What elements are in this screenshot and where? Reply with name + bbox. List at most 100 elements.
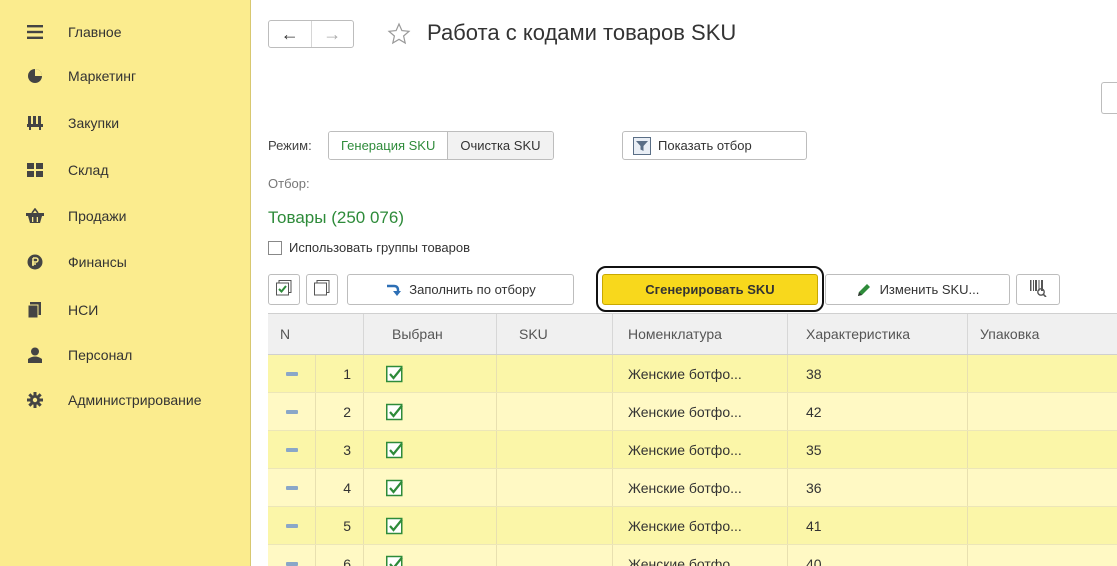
filter-label: Отбор: <box>268 176 310 191</box>
row-package <box>968 393 1117 430</box>
generate-sku-button[interactable]: Сгенерировать SKU <box>602 274 818 305</box>
change-sku-button[interactable]: Изменить SKU... <box>825 274 1010 305</box>
mode-switch: Генерация SKU Очистка SKU <box>328 131 554 160</box>
favorite-star-icon[interactable] <box>387 22 411 46</box>
main-content: ← → Работа с кодами товаров SKU Режим: Г… <box>252 0 1117 566</box>
row-characteristic: 42 <box>788 393 968 430</box>
table-row[interactable]: 3 Женские ботфо... 35 <box>268 431 1117 469</box>
row-selected-checkbox[interactable] <box>386 555 404 566</box>
fill-arrow-icon <box>385 282 402 298</box>
row-number: 1 <box>316 355 364 392</box>
show-filter-button[interactable]: Показать отбор <box>622 131 807 160</box>
sidebar-item-label: НСИ <box>68 302 99 318</box>
sidebar-item-label: Главное <box>68 24 122 40</box>
sidebar-item-warehouse[interactable]: Склад <box>0 150 250 190</box>
table-row[interactable]: 5 Женские ботфо... 41 <box>268 507 1117 545</box>
row-selected-checkbox[interactable] <box>386 403 404 421</box>
row-status-icon <box>268 393 316 430</box>
sidebar-item-personnel[interactable]: Персонал <box>0 335 250 375</box>
sidebar-item-label: Персонал <box>68 347 133 363</box>
sidebar-item-main[interactable]: Главное <box>0 12 250 52</box>
row-package <box>968 545 1117 566</box>
column-header-characteristic[interactable]: Характеристика <box>788 314 968 354</box>
row-nomenclature: Женские ботфо... <box>613 507 788 544</box>
sidebar-item-label: Склад <box>68 162 109 178</box>
use-groups-option[interactable]: Использовать группы товаров <box>268 240 470 255</box>
fill-by-filter-label: Заполнить по отбору <box>409 282 536 297</box>
change-sku-label: Изменить SKU... <box>879 282 980 297</box>
row-status-icon <box>268 545 316 566</box>
page-title: Работа с кодами товаров SKU <box>427 20 737 45</box>
row-selected-checkbox[interactable] <box>386 365 404 383</box>
column-header-sku[interactable]: SKU <box>497 314 613 354</box>
row-nomenclature: Женские ботфо... <box>613 469 788 506</box>
mode-clear-button[interactable]: Очистка SKU <box>447 132 553 159</box>
column-header-package[interactable]: Упаковка <box>968 314 1117 354</box>
sidebar-item-purchases[interactable]: Закупки <box>0 103 250 143</box>
sidebar-item-sales[interactable]: Продажи <box>0 196 250 236</box>
table-row[interactable]: 1 Женские ботфо... 38 <box>268 355 1117 393</box>
sidebar-item-administration[interactable]: Администрирование <box>0 380 250 420</box>
row-sku <box>497 507 613 544</box>
column-header-n[interactable]: N <box>268 314 364 354</box>
row-selected-checkbox[interactable] <box>386 441 404 459</box>
sidebar: Главное Маркетинг Закупки Склад Продажи … <box>0 0 251 566</box>
check-all-button[interactable] <box>268 274 300 305</box>
sidebar-item-marketing[interactable]: Маркетинг <box>0 56 250 96</box>
sidebar-item-label: Маркетинг <box>68 68 137 84</box>
row-sku <box>497 393 613 430</box>
row-characteristic: 35 <box>788 431 968 468</box>
row-nomenclature: Женские ботфо... <box>613 431 788 468</box>
table-row[interactable]: 4 Женские ботфо... 36 <box>268 469 1117 507</box>
row-selected-cell <box>364 545 497 566</box>
ruble-icon <box>26 253 44 271</box>
uncheck-all-button[interactable] <box>306 274 338 305</box>
back-button[interactable]: ← <box>269 21 311 47</box>
sidebar-item-label: Закупки <box>68 115 120 131</box>
row-nomenclature: Женские ботфо... <box>613 393 788 430</box>
row-status-icon <box>268 431 316 468</box>
purchases-icon <box>26 114 44 132</box>
filter-settings-icon <box>633 136 651 155</box>
fill-by-filter-button[interactable]: Заполнить по отбору <box>347 274 574 305</box>
mode-generate-button[interactable]: Генерация SKU <box>329 132 448 159</box>
window-side-button[interactable] <box>1101 82 1117 114</box>
person-icon <box>26 346 44 364</box>
row-selected-checkbox[interactable] <box>386 479 404 497</box>
column-header-selected[interactable]: Выбран <box>364 314 497 354</box>
sidebar-item-label: Финансы <box>68 254 127 270</box>
row-selected-cell <box>364 355 497 392</box>
row-characteristic: 36 <box>788 469 968 506</box>
check-all-icon <box>276 280 292 299</box>
table-header: N Выбран SKU Номенклатура Характеристика… <box>268 313 1117 355</box>
row-status-icon <box>268 355 316 392</box>
pencil-icon <box>856 282 872 298</box>
table-row[interactable]: 2 Женские ботфо... 42 <box>268 393 1117 431</box>
use-groups-checkbox[interactable] <box>268 240 282 255</box>
row-selected-checkbox[interactable] <box>386 517 404 535</box>
table-row[interactable]: 6 Женские ботфо... 40 <box>268 545 1117 566</box>
basket-icon <box>26 207 44 225</box>
navigation-buttons: ← → <box>268 20 354 48</box>
row-characteristic: 40 <box>788 545 968 566</box>
row-sku <box>497 431 613 468</box>
row-package <box>968 355 1117 392</box>
forward-button[interactable]: → <box>310 21 354 47</box>
row-package <box>968 431 1117 468</box>
uncheck-all-icon <box>314 280 330 299</box>
mode-label: Режим: <box>268 138 312 153</box>
gear-icon <box>26 391 44 409</box>
column-header-nomenclature[interactable]: Номенклатура <box>613 314 788 354</box>
row-number: 2 <box>316 393 364 430</box>
sidebar-item-finance[interactable]: Финансы <box>0 242 250 282</box>
row-package <box>968 469 1117 506</box>
sidebar-item-nsi[interactable]: НСИ <box>0 290 250 330</box>
row-sku <box>497 545 613 566</box>
row-selected-cell <box>364 431 497 468</box>
sidebar-item-label: Продажи <box>68 208 127 224</box>
sidebar-item-label: Администрирование <box>68 392 202 408</box>
warehouse-icon <box>26 161 44 179</box>
barcode-button[interactable] <box>1016 274 1060 305</box>
row-characteristic: 41 <box>788 507 968 544</box>
menu-icon <box>26 23 44 41</box>
